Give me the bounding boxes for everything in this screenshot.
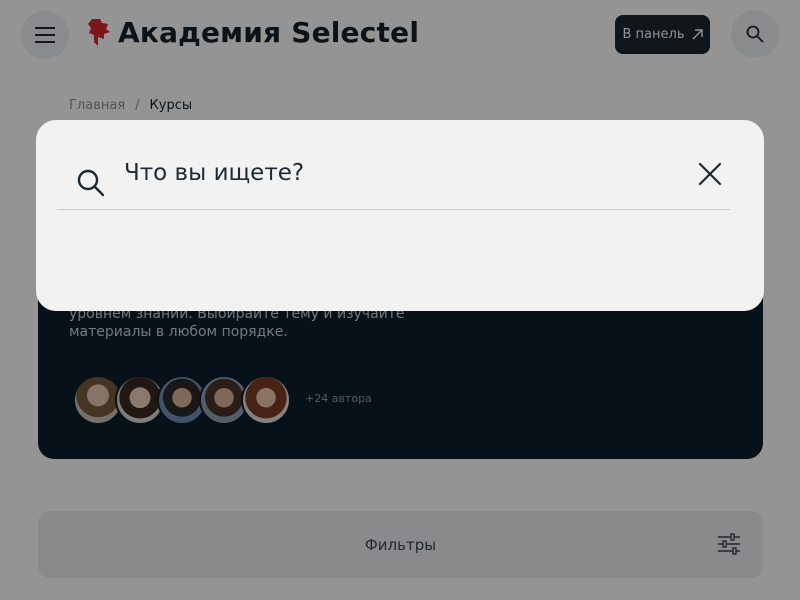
close-icon[interactable] — [696, 160, 724, 188]
search-input-underline — [57, 209, 730, 210]
search-icon — [77, 169, 105, 197]
search-input[interactable] — [124, 154, 684, 192]
search-modal — [36, 120, 764, 311]
